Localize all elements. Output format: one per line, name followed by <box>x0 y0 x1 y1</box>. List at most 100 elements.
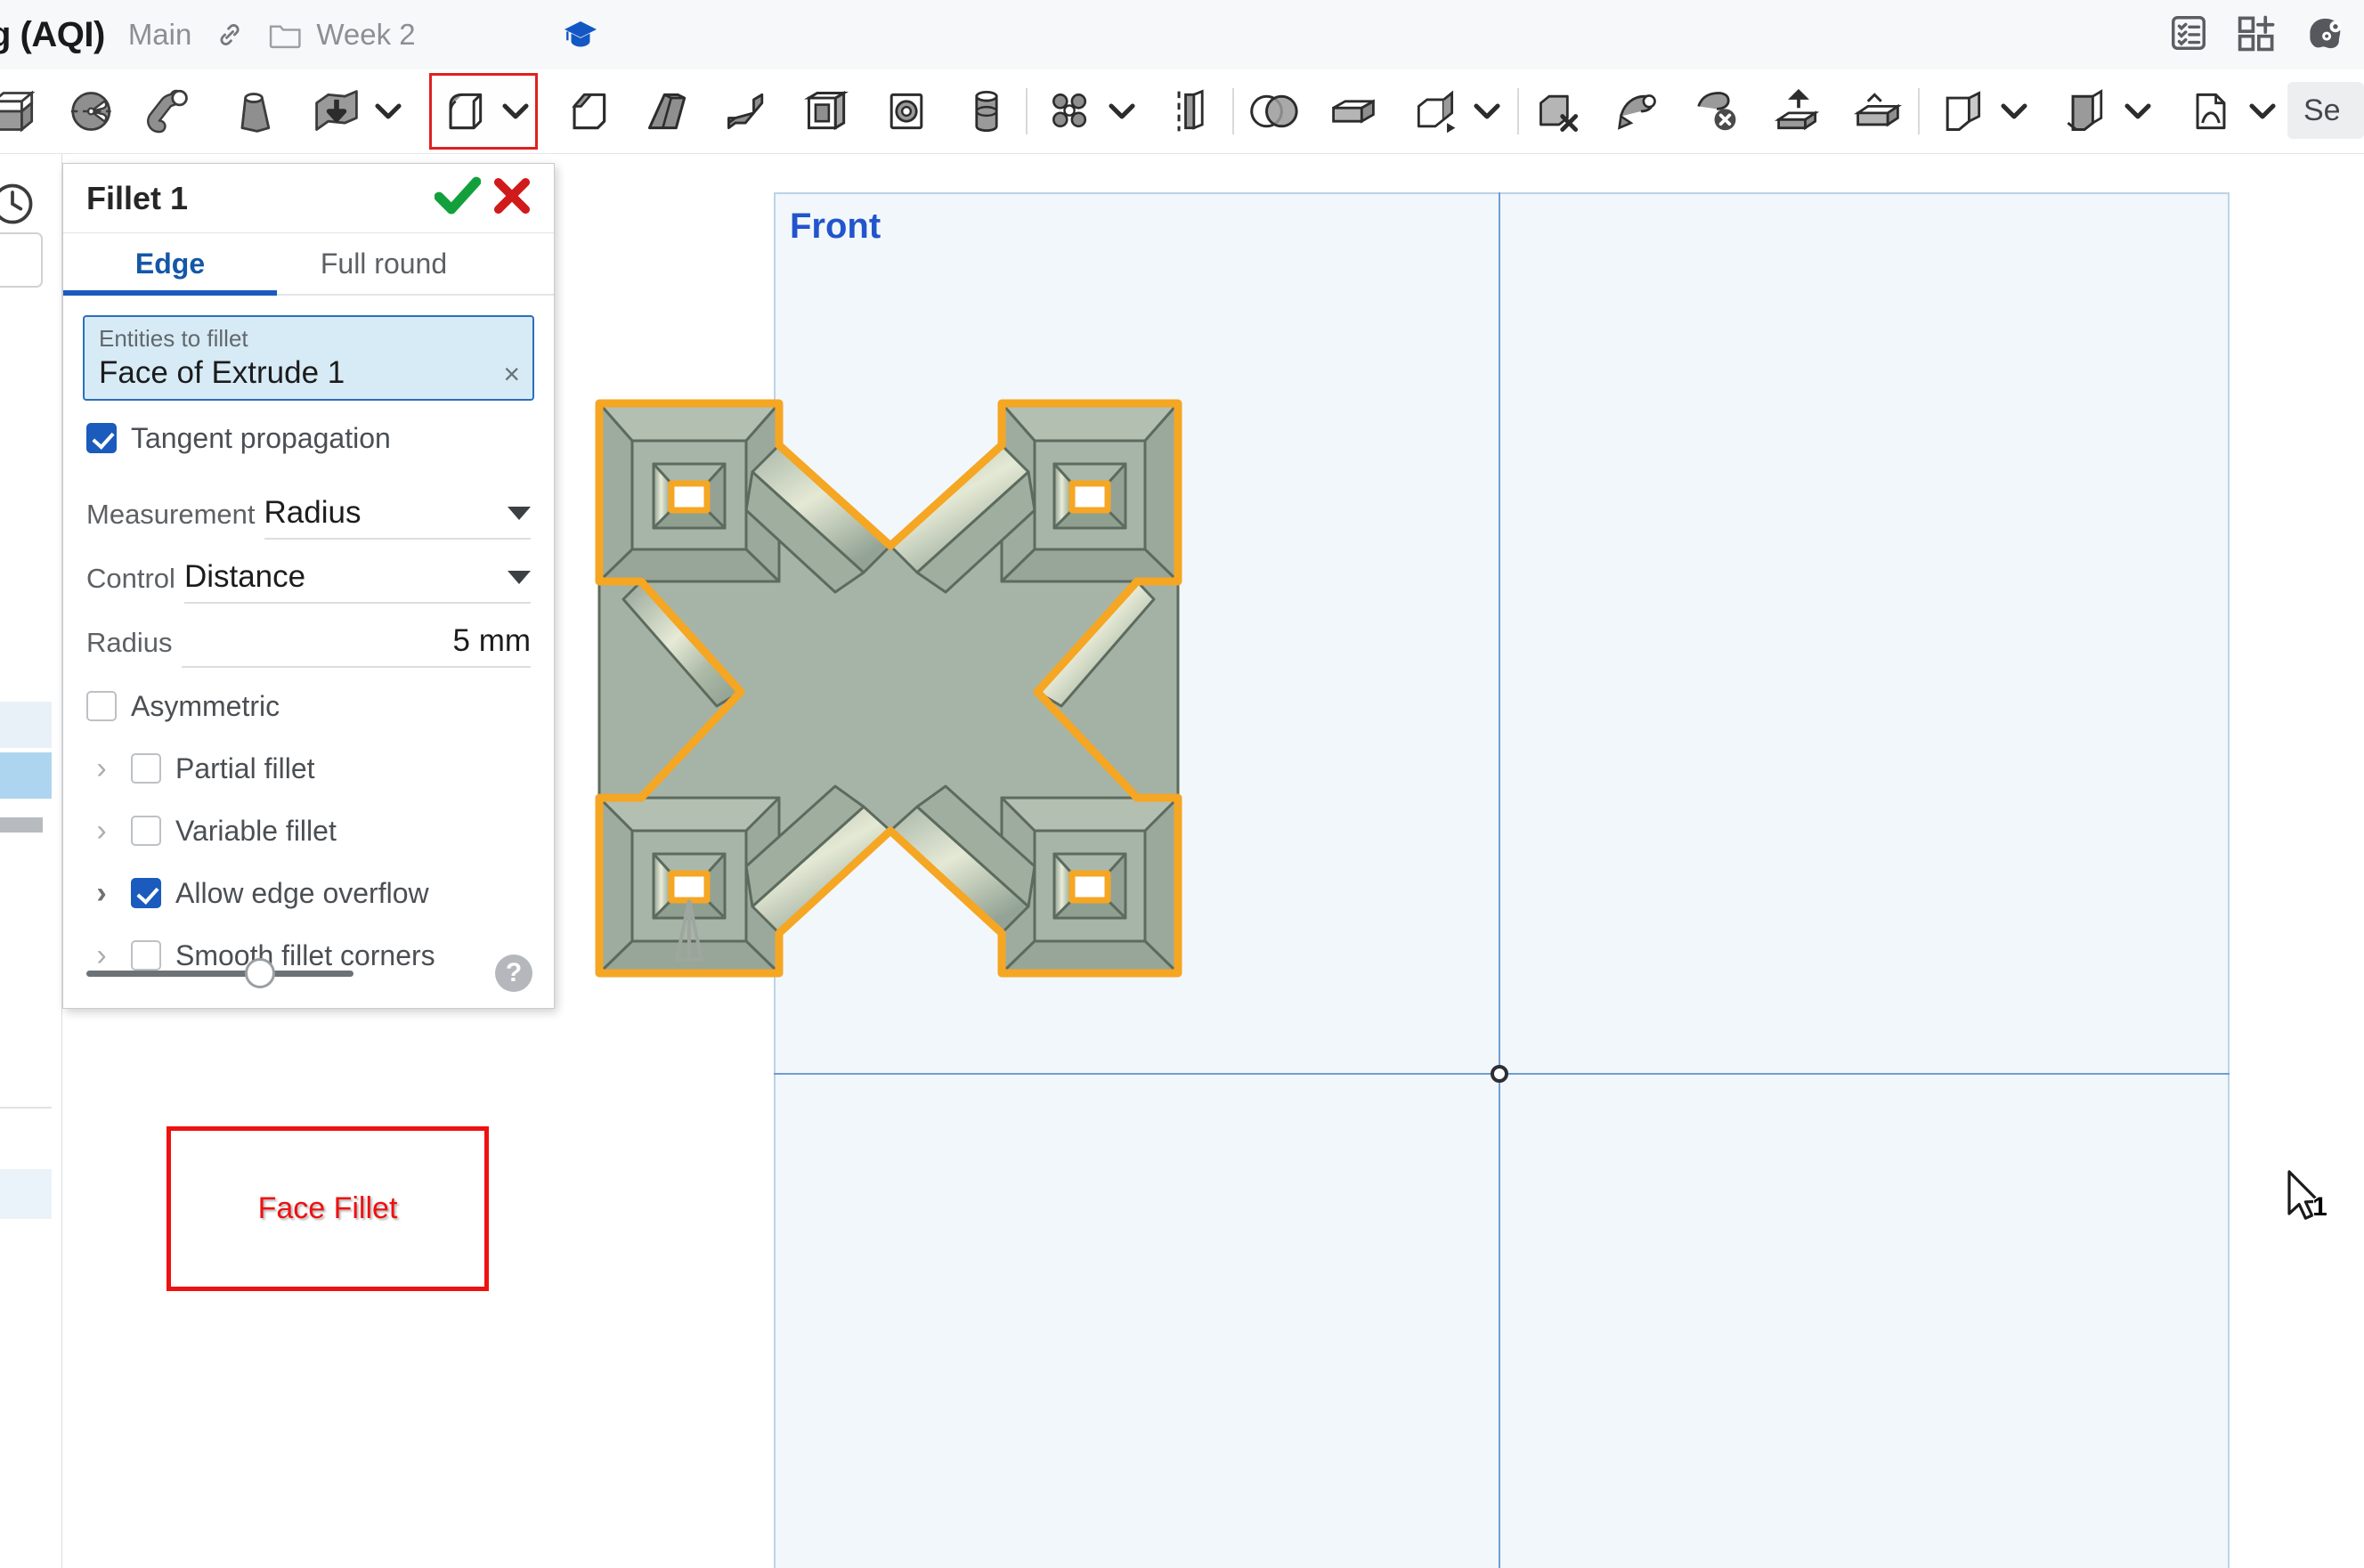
mouse-cursor: 1 <box>2286 1169 2327 1229</box>
offset-surface-icon[interactable] <box>1769 73 1828 150</box>
feature-rollback-bar[interactable] <box>0 817 43 833</box>
search-button[interactable]: Se <box>2287 82 2364 139</box>
sketch-plane-chevron-down-icon[interactable] <box>2118 73 2157 150</box>
branch-name[interactable]: Main <box>128 18 192 52</box>
control-select[interactable]: Distance <box>183 559 531 604</box>
control-row[interactable]: Control Distance <box>63 540 554 604</box>
thicken-group <box>305 73 408 150</box>
partial-fillet-label: Partial fillet <box>175 752 315 784</box>
control-label: Control <box>86 563 175 594</box>
measurement-label: Measurement <box>86 499 256 530</box>
entities-label: Entities to fillet <box>99 325 248 352</box>
draft-icon[interactable] <box>638 73 697 150</box>
boolean-icon[interactable] <box>1245 73 1304 150</box>
variable-icon[interactable] <box>2179 73 2243 150</box>
feature-list-item[interactable] <box>0 1169 52 1219</box>
transform-group <box>1403 73 1507 150</box>
tab-full-round[interactable]: Full round <box>277 233 491 294</box>
dialog-title: Fillet 1 <box>86 179 189 216</box>
tab-edge[interactable]: Edge <box>63 233 277 296</box>
help-icon[interactable]: ? <box>495 955 532 992</box>
cancel-close-icon[interactable] <box>493 177 531 219</box>
shell-icon[interactable] <box>798 73 857 150</box>
feature-search-input[interactable] <box>0 232 43 288</box>
control-value: Distance <box>183 559 306 594</box>
radius-input[interactable]: 5 mm <box>181 623 531 668</box>
partial-fillet-checkbox[interactable] <box>131 753 161 784</box>
split-icon[interactable] <box>1324 73 1383 150</box>
loft-icon[interactable] <box>224 73 283 150</box>
dialog-header: Fillet 1 <box>63 164 554 233</box>
plane-chevron-down-icon[interactable] <box>1994 73 2034 150</box>
link-icon[interactable] <box>215 20 245 50</box>
graduation-cap-icon[interactable] <box>563 19 598 51</box>
feature-list-item[interactable] <box>0 702 52 748</box>
feature-toolbar: Se <box>0 69 2364 154</box>
variable-fillet-checkbox[interactable] <box>131 816 161 846</box>
dialog-tabs: Edge Full round <box>63 233 554 296</box>
fillet-group[interactable] <box>428 73 538 150</box>
transform-chevron-down-icon[interactable] <box>1467 73 1507 150</box>
history-clock-icon[interactable] <box>0 179 37 233</box>
transform-icon[interactable] <box>1403 73 1467 150</box>
face-fillet-annotation-text: Face Fillet <box>257 1191 398 1225</box>
rib-icon[interactable] <box>718 73 776 150</box>
hole-icon[interactable] <box>877 73 936 150</box>
allow-edge-overflow-row[interactable]: › Allow edge overflow <box>63 862 554 924</box>
ai-brain-icon[interactable] <box>2305 12 2350 58</box>
allow-edge-overflow-chevron-right-icon[interactable]: › <box>86 876 117 911</box>
clear-entities-icon[interactable]: × <box>503 360 520 388</box>
measurement-select[interactable]: Radius <box>264 495 531 540</box>
sketch-plane-icon[interactable] <box>2054 73 2118 150</box>
partial-fillet-chevron-right-icon[interactable]: › <box>86 752 117 786</box>
variable-chevron-down-icon[interactable] <box>2243 73 2282 150</box>
document-title: g (AQI) <box>0 14 105 54</box>
control-chevron-down-icon[interactable] <box>508 571 531 584</box>
allow-edge-overflow-checkbox[interactable] <box>131 878 161 908</box>
asymmetric-row[interactable]: Asymmetric <box>63 675 554 737</box>
entities-to-fillet-field[interactable]: Entities to fillet Face of Extrude 1 × <box>83 315 534 401</box>
measurement-row[interactable]: Measurement Radius <box>63 475 554 540</box>
thicken-chevron-down-icon[interactable] <box>369 73 408 150</box>
pattern-chevron-down-icon[interactable] <box>1102 73 1141 150</box>
extrude-icon[interactable] <box>0 73 45 150</box>
toolbar-divider-1 <box>1026 88 1028 134</box>
tangent-propagation-row[interactable]: Tangent propagation <box>63 401 554 475</box>
add-app-icon[interactable] <box>2236 12 2279 58</box>
variable-fillet-row[interactable]: › Variable fillet <box>63 800 554 862</box>
accept-check-icon[interactable] <box>434 175 482 221</box>
fillet-quality-slider[interactable] <box>86 958 353 988</box>
fillet-dialog[interactable]: Fillet 1 Edge Full round Entities to fil… <box>62 163 555 1009</box>
tangent-propagation-checkbox[interactable] <box>86 423 117 453</box>
face-fillet-annotation: Face Fillet <box>167 1126 489 1291</box>
toolbar-divider-2 <box>1231 88 1234 134</box>
chamfer-icon[interactable] <box>558 73 617 150</box>
fillet-icon[interactable] <box>432 73 496 150</box>
asymmetric-checkbox[interactable] <box>86 691 117 721</box>
feature-list-divider <box>0 1107 52 1109</box>
thicken-icon[interactable] <box>305 73 369 150</box>
folder-name[interactable]: Week 2 <box>316 18 415 52</box>
mirror-icon[interactable] <box>1163 73 1222 150</box>
delete-face-icon[interactable] <box>1530 73 1588 150</box>
dialog-footer: ? <box>63 955 556 992</box>
cylinder-icon[interactable] <box>957 73 1016 150</box>
radius-row[interactable]: Radius 5 mm <box>63 604 554 668</box>
partial-fillet-row[interactable]: › Partial fillet <box>63 737 554 800</box>
revolve-icon[interactable] <box>65 73 124 150</box>
plane-icon[interactable] <box>1930 73 1994 150</box>
checklist-icon[interactable] <box>2168 12 2209 58</box>
delete-part-icon[interactable] <box>1689 73 1748 150</box>
variable-fillet-chevron-right-icon[interactable]: › <box>86 814 117 849</box>
part-body <box>597 402 1180 975</box>
replace-face-icon[interactable] <box>1848 73 1907 150</box>
pattern-icon[interactable] <box>1038 73 1102 150</box>
measurement-chevron-down-icon[interactable] <box>508 507 531 520</box>
left-feature-panel <box>0 154 62 1568</box>
feature-list-item-selected[interactable] <box>0 752 52 799</box>
sweep-icon[interactable] <box>145 73 204 150</box>
toolbar-divider-3 <box>1517 88 1520 134</box>
fillet-chevron-down-icon[interactable] <box>496 73 535 150</box>
move-face-icon[interactable] <box>1610 73 1669 150</box>
slider-thumb[interactable] <box>245 958 275 988</box>
